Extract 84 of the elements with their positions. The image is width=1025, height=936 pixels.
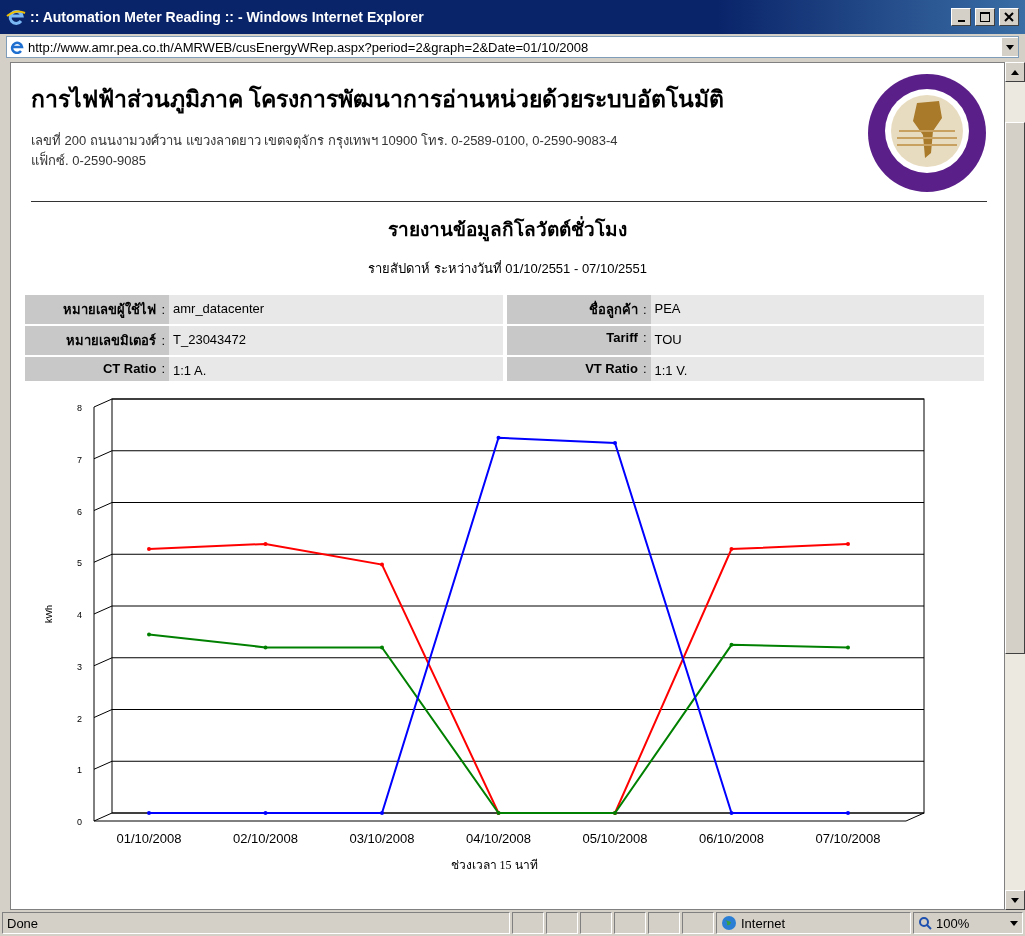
info-label: CT Ratio: [102, 361, 157, 376]
y-tick-label: 8: [77, 403, 82, 413]
y-tick-label: 5: [77, 558, 82, 569]
data-point: [846, 541, 850, 546]
data-point: [263, 811, 268, 815]
x-tick-label: 04/10/2008: [465, 831, 532, 846]
maximize-button[interactable]: [975, 8, 995, 26]
data-point: [613, 441, 617, 445]
x-tick-label: 06/10/2008: [698, 831, 765, 846]
y-tick-label: 1: [77, 765, 82, 776]
y-axis-label: kWh: [44, 605, 54, 623]
info-value: T_23043472: [169, 326, 503, 355]
y-tick-label: 2: [77, 713, 82, 724]
data-point: [147, 632, 151, 637]
browser-logo-icon: [6, 7, 26, 27]
x-axis-label: ช่วงเวลา 15 นาที: [450, 858, 538, 872]
info-value: amr_datacenter: [169, 295, 503, 324]
data-point: [147, 547, 151, 552]
window-title: :: Automation Meter Reading :: - Windows Internet Explorer: [30, 9, 425, 25]
page-title: การไฟฟ้าส่วนภูมิภาค โครงการพัฒนาการอ่านหน่วยด้วยระบบอัตโนมัติ: [31, 84, 724, 116]
x-tick-label: 05/10/2008: [582, 831, 648, 846]
data-point: [729, 547, 734, 552]
close-icon: [1004, 12, 1014, 22]
data-point: [729, 642, 734, 647]
status-pane: [546, 912, 578, 934]
globe-icon: [721, 915, 737, 931]
info-value: PEA: [650, 295, 984, 324]
separator-colon: :: [161, 361, 165, 376]
info-value: TOU: [650, 326, 984, 355]
down-arrow-icon[interactable]: [1011, 897, 1019, 903]
info-value: 1:1 V.: [650, 357, 984, 381]
y-tick-label: 4: [77, 610, 82, 620]
y-tick-label: 0: [77, 817, 82, 827]
separator-colon: :: [642, 302, 647, 317]
status-pane: [614, 912, 646, 934]
y-tick-label: 7: [77, 454, 82, 465]
info-label: หมายเลขผู้ใช้ไฟ: [63, 302, 157, 317]
magnifier-icon: [918, 916, 932, 930]
zone-indicator: Internet: [716, 912, 911, 934]
address-text: แฟ็กซ์. 0-2590-9085: [31, 151, 147, 170]
data-point: [263, 541, 268, 546]
info-label: ชื่อลูกค้า: [588, 302, 638, 317]
report-title: รายงานข้อมูลกิโลวัตต์ชั่วโมง: [31, 214, 984, 244]
scrollbar[interactable]: [1005, 62, 1025, 910]
up-arrow-icon[interactable]: [1011, 69, 1019, 75]
zoom-control[interactable]: 100%: [913, 912, 1023, 934]
report-subtitle: รายสัปดาห์ ระหว่างวันที่ 01/10/2551 - 07/10/2551: [367, 259, 648, 278]
minimize-button[interactable]: [951, 8, 971, 26]
separator-colon: :: [161, 333, 165, 348]
address-text: เลขที่ 200 ถนนงามวงศ์วาน แขวงลาดยาว เขตจตุจักร กรุงเทพฯ 10900 โทร. 0-2589-0100, 0-2590-9083-4: [31, 131, 619, 151]
info-value: 1:1 A.: [169, 357, 503, 381]
data-point: [380, 645, 384, 650]
info-label: Tariff: [606, 330, 638, 345]
status-pane: [682, 912, 714, 934]
separator-colon: :: [642, 330, 647, 345]
y-tick-label: 3: [77, 661, 82, 672]
data-point: [846, 811, 850, 815]
y-tick-label: 6: [77, 506, 82, 517]
status-text: Done: [2, 912, 510, 934]
data-point: [147, 811, 151, 815]
close-button[interactable]: [999, 8, 1019, 26]
data-point: [496, 435, 501, 440]
separator-colon: :: [642, 361, 647, 376]
dropdown-icon[interactable]: [1002, 38, 1018, 56]
info-label: หมายเลขมิเตอร์: [66, 333, 157, 348]
data-point: [729, 811, 734, 815]
info-label: VT Ratio: [585, 361, 638, 376]
data-point: [380, 562, 384, 567]
caret-icon: [1010, 920, 1018, 926]
x-tick-label: 01/10/2008: [116, 831, 182, 846]
page-icon: [10, 40, 24, 54]
status-pane: [648, 912, 680, 934]
data-point: [263, 645, 268, 650]
minimize-icon: [957, 19, 965, 22]
data-point: [846, 645, 850, 650]
status-pane: [512, 912, 544, 934]
separator-colon: :: [161, 302, 165, 317]
status-pane: [580, 912, 612, 934]
maximize-icon: [980, 12, 990, 22]
x-tick-label: 03/10/2008: [349, 831, 415, 846]
address-field[interactable]: http://www.amr.pea.co.th/AMRWEB/cusEnergyWRep.aspx?period=2&graph=2&Date=01/10/2008: [6, 36, 1019, 58]
x-tick-label: 07/10/2008: [815, 831, 881, 846]
x-tick-label: 02/10/2008: [232, 831, 299, 846]
data-point: [380, 811, 384, 815]
